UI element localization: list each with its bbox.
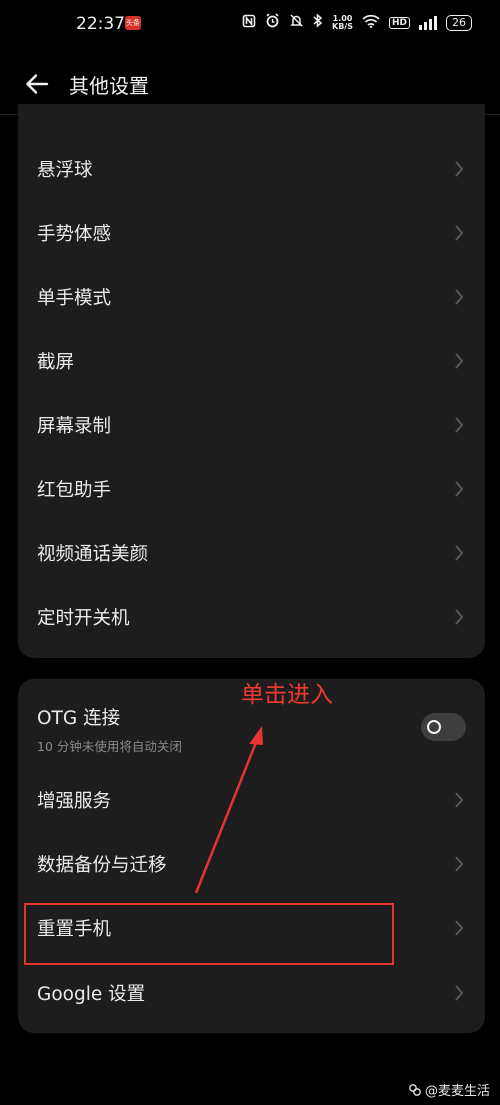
chevron-right-icon: [455, 417, 464, 433]
bluetooth-icon: [313, 13, 323, 32]
gesture-motion-item[interactable]: 手势体感: [18, 201, 485, 265]
chevron-right-icon: [455, 481, 464, 497]
chevron-right-icon: [455, 289, 464, 305]
toggle-knob: [427, 720, 441, 734]
signal-icon: [419, 15, 437, 30]
annotation-highlight-box: [24, 903, 394, 965]
google-settings-item[interactable]: Google 设置: [18, 961, 485, 1025]
scheduled-power-item[interactable]: 定时开关机: [18, 585, 485, 649]
item-label: Google 设置: [37, 984, 146, 1005]
chevron-right-icon: [455, 856, 464, 872]
back-button[interactable]: [22, 66, 54, 102]
item-label: 红包助手: [37, 480, 112, 501]
chevron-right-icon: [455, 545, 464, 561]
item-label: 悬浮球: [37, 160, 93, 181]
chevron-right-icon: [455, 609, 464, 625]
otg-toggle[interactable]: [421, 713, 466, 741]
status-time: 22:37: [76, 14, 125, 34]
mute-icon: [289, 13, 304, 32]
item-label: 视频通话美颜: [37, 544, 149, 565]
chevron-right-icon: [455, 353, 464, 369]
screen-recording-item[interactable]: 屏幕录制: [18, 393, 485, 457]
network-speed-unit: KB/S: [332, 21, 353, 31]
wifi-icon: [362, 14, 380, 32]
one-hand-mode-item[interactable]: 单手模式: [18, 265, 485, 329]
watermark-text: @麦麦生活: [424, 1084, 490, 1099]
video-call-beauty-item[interactable]: 视频通话美颜: [18, 521, 485, 585]
enhanced-services-item[interactable]: 增强服务: [18, 768, 485, 832]
alarm-icon: [265, 13, 280, 32]
item-label: OTG 连接: [37, 708, 121, 729]
settings-card-2: OTG 连接 10 分钟未使用将自动关闭 增强服务 数据备份与迁移 重置手机 G…: [18, 679, 485, 1033]
watermark: @麦麦生活: [408, 1080, 490, 1099]
network-speed: 1.00 KB/S: [332, 14, 353, 31]
chevron-right-icon: [455, 792, 464, 808]
otg-subtitle: 10 分钟未使用将自动关闭: [37, 739, 182, 754]
page-title: 其他设置: [69, 74, 149, 98]
red-packet-assistant-item[interactable]: 红包助手: [18, 457, 485, 521]
status-icons: 1.00 KB/S HD 26: [242, 13, 472, 32]
hd-icon: HD: [388, 16, 410, 29]
floating-ball-item[interactable]: 悬浮球: [18, 137, 485, 201]
item-label: 增强服务: [37, 791, 112, 812]
chevron-right-icon: [455, 985, 464, 1001]
battery-icon: 26: [446, 14, 472, 31]
chevron-right-icon: [455, 161, 464, 177]
screenshot-item[interactable]: 截屏: [18, 329, 485, 393]
settings-card-1: 悬浮球 手势体感 单手模式 截屏 屏幕录制 红包助手 视频通话美颜 定时开关机: [18, 104, 485, 658]
item-label: 截屏: [37, 352, 75, 373]
item-label: 屏幕录制: [37, 416, 112, 437]
status-bar: 22:37 头条 1.00 KB/S HD 26: [0, 0, 500, 48]
annotation-text: 单击进入: [241, 682, 333, 708]
chevron-right-icon: [455, 920, 464, 936]
nfc-icon: [242, 14, 256, 32]
back-arrow-icon: [26, 74, 49, 94]
chevron-right-icon: [455, 225, 464, 241]
news-app-icon: 头条: [125, 16, 141, 30]
data-backup-migration-item[interactable]: 数据备份与迁移: [18, 832, 485, 896]
item-label: 数据备份与迁移: [37, 855, 167, 876]
item-label: 单手模式: [37, 288, 112, 309]
platform-logo-icon: [409, 1083, 421, 1096]
item-label: 手势体感: [37, 224, 112, 245]
item-label: 定时开关机: [37, 608, 130, 629]
header: 其他设置: [0, 60, 500, 110]
